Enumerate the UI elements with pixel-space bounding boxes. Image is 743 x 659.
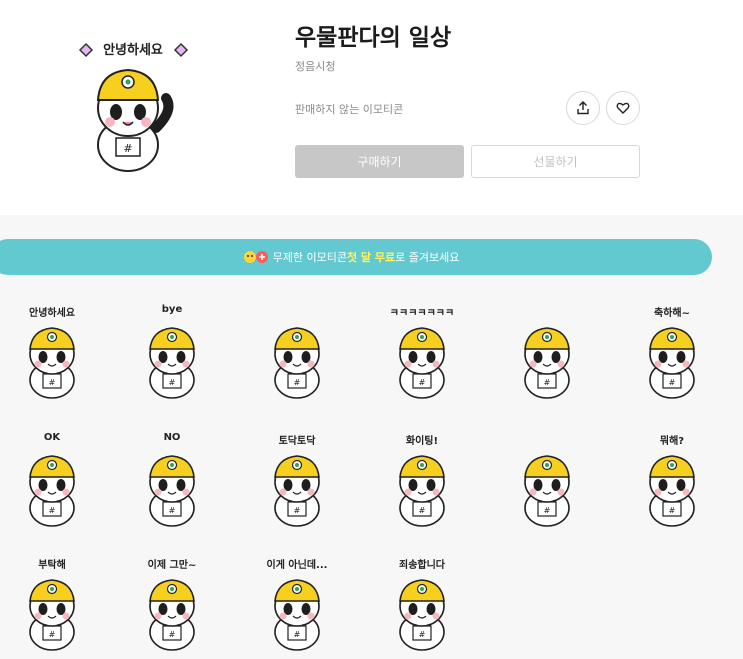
sticker-item[interactable]: # 토닥토닥: [247, 430, 347, 530]
sticker-caption: 축하해~: [654, 308, 690, 319]
sticker-caption: 이제 그만~: [147, 560, 197, 571]
sticker-caption: 죄송합니다: [399, 560, 445, 571]
svg-text:#: #: [419, 378, 426, 387]
banner-highlight: 첫 달 무료: [346, 251, 396, 264]
sticker-item[interactable]: #: [497, 302, 597, 402]
sticker-item[interactable]: # 화이팅!: [372, 430, 472, 530]
panda-sticker-image: #: [524, 455, 570, 527]
hero-caption: 안녕하세요: [103, 42, 163, 58]
sticker-item[interactable]: # 죄송합니다: [372, 554, 472, 654]
hero-sparkle-left-icon: [78, 42, 94, 58]
sticker-caption: 부탁해: [38, 560, 66, 571]
sale-status: 판매하지 않는 이모티콘: [295, 103, 404, 116]
hero-sparkle-right-icon: [173, 42, 189, 58]
panda-sticker-image: #: [29, 455, 75, 527]
sticker-caption: bye: [161, 304, 183, 315]
sticker-item[interactable]: # 부탁해: [2, 554, 102, 654]
svg-text:#: #: [294, 378, 301, 387]
share-icon: [577, 101, 589, 115]
svg-text:#: #: [169, 378, 176, 387]
emoticon-plus-icon: [243, 250, 269, 264]
sticker-item[interactable]: # 뭐해?: [622, 430, 722, 530]
sticker-caption: 뭐해?: [659, 436, 685, 447]
sticker-item[interactable]: #: [247, 302, 347, 402]
banner-text-after: 로 즐겨보세요: [395, 251, 460, 264]
svg-text:#: #: [544, 378, 551, 387]
sticker-caption: OK: [43, 432, 61, 443]
sticker-item[interactable]: # 이제 그만~: [122, 554, 222, 654]
hero-sticker-image: 안녕하세요 #: [78, 42, 189, 172]
svg-text:#: #: [669, 378, 676, 387]
sticker-caption: 토닥토닥: [278, 436, 316, 447]
author-name[interactable]: 정음시청: [295, 58, 335, 74]
sticker-caption: ㅋㅋㅋㅋㅋㅋㅋ: [389, 308, 455, 319]
sticker-item[interactable]: # OK: [2, 430, 102, 530]
svg-text:#: #: [49, 506, 56, 515]
svg-text:#: #: [49, 378, 56, 387]
svg-text:#: #: [123, 142, 132, 155]
sticker-item[interactable]: # NO: [122, 430, 222, 530]
sticker-preview-area: 무제한 이모티콘 첫 달 무료 로 즐겨보세요 # 안녕하세요 # bye # # ㅋㅋㅋㅋ…: [0, 215, 743, 659]
panda-sticker-image: #: [149, 327, 195, 399]
subscription-banner[interactable]: 무제한 이모티콘 첫 달 무료 로 즐겨보세요: [0, 239, 712, 275]
like-button[interactable]: [606, 91, 640, 125]
panda-sticker-image: #: [524, 327, 570, 399]
panda-sticker-image: #: [274, 327, 320, 399]
sticker-item[interactable]: # 안녕하세요: [2, 302, 102, 402]
heart-icon: [616, 102, 630, 114]
svg-text:#: #: [169, 630, 176, 639]
svg-text:#: #: [669, 506, 676, 515]
svg-text:#: #: [544, 506, 551, 515]
sticker-caption: NO: [163, 432, 181, 443]
sticker-item[interactable]: # bye: [122, 302, 222, 402]
svg-text:#: #: [49, 630, 56, 639]
sticker-caption: 이게 아닌데...: [266, 560, 328, 571]
buy-button[interactable]: 구매하기: [295, 145, 464, 178]
panda-sticker-image: #: [149, 455, 195, 527]
sticker-item[interactable]: #: [497, 430, 597, 530]
product-header: 안녕하세요 # 우물판다의 일상 정음시청 판매하지 않는 이모티콘 구매하기 …: [0, 0, 743, 215]
share-button[interactable]: [566, 91, 600, 125]
sticker-item[interactable]: # 축하해~: [622, 302, 722, 402]
svg-text:#: #: [419, 630, 426, 639]
svg-text:#: #: [294, 630, 301, 639]
banner-text-before: 무제한 이모티콘: [272, 251, 347, 264]
svg-text:#: #: [419, 506, 426, 515]
sticker-item[interactable]: # ㅋㅋㅋㅋㅋㅋㅋ: [372, 302, 472, 402]
sticker-caption: 안녕하세요: [29, 308, 75, 319]
sticker-item[interactable]: # 이게 아닌데...: [247, 554, 347, 654]
svg-text:#: #: [294, 506, 301, 515]
sticker-title: 우물판다의 일상: [295, 25, 452, 51]
sticker-caption: 화이팅!: [405, 436, 439, 447]
svg-text:#: #: [169, 506, 176, 515]
gift-button[interactable]: 선물하기: [471, 145, 640, 178]
